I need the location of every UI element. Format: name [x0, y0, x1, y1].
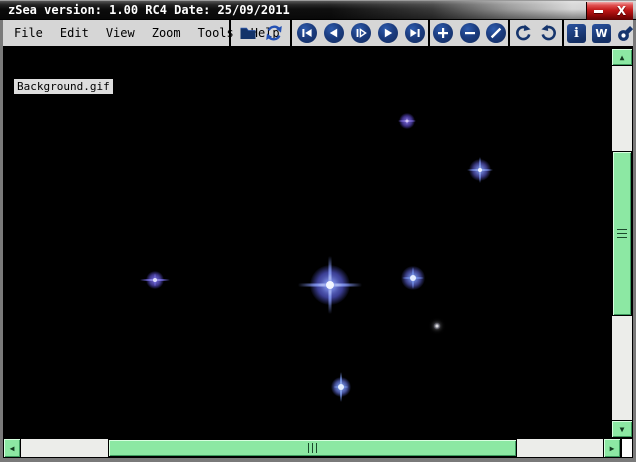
rotate-ccw-button[interactable] [513, 23, 533, 43]
first-image-button[interactable] [297, 23, 317, 43]
scroll-down-button[interactable]: ▼ [612, 420, 632, 437]
v-scroll-thumb[interactable] [612, 151, 632, 316]
thumb-grip [617, 237, 627, 238]
zoom-in-button[interactable] [433, 23, 453, 43]
skip-to-last-icon [410, 29, 420, 37]
window-border [0, 458, 636, 462]
rotate-cw-button[interactable] [539, 23, 559, 43]
up-arrow-icon: ▲ [619, 52, 625, 62]
menu-zoom[interactable]: Zoom [152, 26, 181, 40]
zoom-out-icon [465, 32, 475, 35]
thumb-grip [308, 443, 309, 453]
window-title: zSea version: 1.00 RC4 Date: 25/09/2011 [8, 3, 290, 17]
zoom-reset-icon [490, 27, 502, 39]
next-image-button[interactable] [378, 23, 398, 43]
toolbar-separator [290, 20, 292, 46]
toolbar-separator [428, 20, 430, 46]
menu-view[interactable]: View [106, 26, 135, 40]
zsea-window: zSea version: 1.00 RC4 Date: 25/09/2011 … [0, 0, 636, 462]
image-canvas[interactable]: Background.gif [3, 48, 611, 437]
skip-to-first-icon [302, 29, 312, 37]
open-folder-button[interactable] [238, 23, 258, 43]
scroll-up-button[interactable]: ▲ [612, 49, 632, 66]
refresh-button[interactable] [264, 23, 284, 43]
play-slideshow-button[interactable] [351, 23, 371, 43]
menu-file[interactable]: File [14, 26, 43, 40]
right-arrow-icon: ▶ [609, 443, 615, 453]
previous-image-button[interactable] [324, 23, 344, 43]
resize-corner[interactable] [621, 438, 633, 458]
toolbar-separator [508, 20, 510, 46]
thumb-grip [617, 229, 627, 230]
filename-label: Background.gif [14, 79, 113, 94]
rotate-cw-icon [541, 24, 556, 41]
window-buttons: X [586, 2, 633, 20]
zoom-reset-button[interactable] [486, 23, 506, 43]
down-arrow-icon: ▼ [619, 424, 625, 434]
zoom-out-button[interactable] [460, 23, 480, 43]
menubar: File Edit View Zoom Tools Help i W [0, 20, 636, 48]
scroll-right-button[interactable]: ▶ [603, 439, 620, 457]
vertical-scroll-track[interactable] [612, 66, 632, 420]
close-icon: X [616, 4, 627, 18]
titlebar[interactable]: zSea version: 1.00 RC4 Date: 25/09/2011 … [0, 0, 636, 20]
toolbar-separator [562, 20, 564, 46]
window-border [0, 20, 3, 462]
previous-icon [329, 28, 338, 38]
close-button[interactable]: X [610, 2, 633, 20]
web-icon: W [595, 27, 608, 40]
refresh-icon [266, 25, 282, 41]
web-button[interactable]: W [592, 24, 611, 43]
thumb-grip [312, 443, 313, 453]
menu-edit[interactable]: Edit [60, 26, 89, 40]
thumb-grip [617, 233, 627, 234]
last-image-button[interactable] [405, 23, 425, 43]
thumb-grip [316, 443, 317, 453]
info-button[interactable]: i [567, 24, 586, 43]
vertical-scrollbar: ▲ ▼ [611, 48, 633, 438]
h-scroll-thumb[interactable] [108, 439, 517, 457]
toolbar-separator [229, 20, 231, 46]
horizontal-scrollbar: ◀ ▶ [3, 438, 621, 458]
iconise-button[interactable] [587, 2, 610, 20]
info-icon: i [574, 26, 579, 41]
zoom-in-icon [438, 28, 448, 38]
folder-icon [240, 27, 256, 39]
next-icon [384, 28, 393, 38]
scroll-left-button[interactable]: ◀ [4, 439, 21, 457]
horizontal-scroll-track[interactable] [21, 439, 603, 457]
rotate-ccw-icon [516, 24, 531, 41]
iconise-icon [594, 9, 603, 13]
left-arrow-icon: ◀ [9, 443, 15, 453]
play-icon [356, 28, 367, 38]
